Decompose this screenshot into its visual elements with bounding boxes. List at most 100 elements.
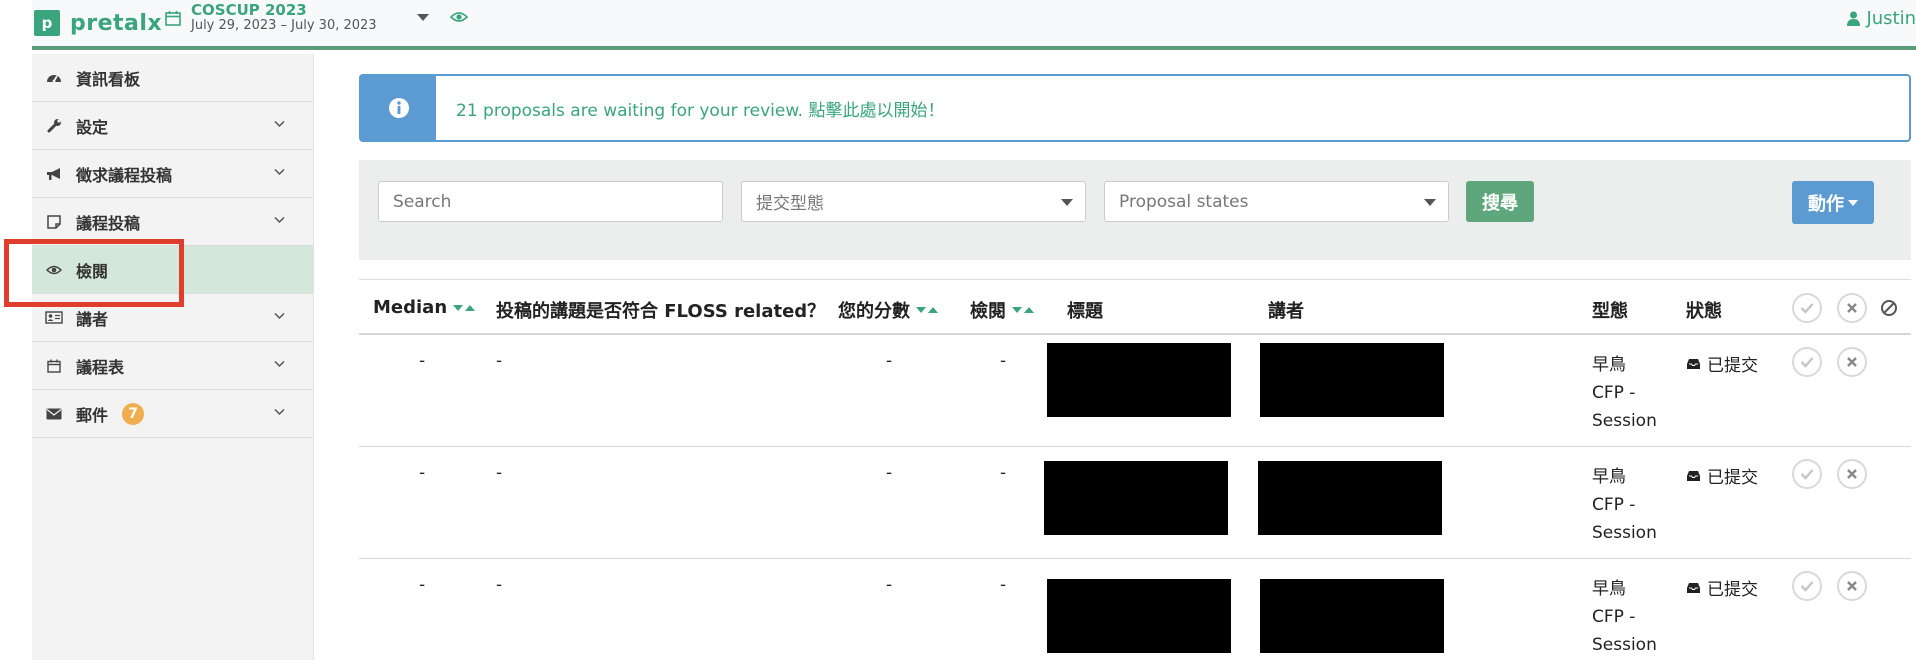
accept-check-icon[interactable] — [1792, 571, 1822, 601]
accept-check-icon[interactable] — [1792, 459, 1822, 489]
pretalx-logo[interactable]: p pretalx — [34, 10, 162, 36]
chevron-down-icon — [274, 312, 285, 320]
col-reviews[interactable]: 檢閱 — [970, 297, 1034, 323]
state-label: 已提交 — [1707, 356, 1758, 376]
col-state: 狀態 — [1686, 301, 1722, 322]
dashboard-icon — [44, 71, 64, 85]
col-reviews-label: 檢閱 — [970, 301, 1006, 322]
user-icon — [1847, 11, 1861, 26]
chevron-down-icon — [274, 408, 285, 416]
sidebar-item-mail[interactable]: 郵件 7 — [32, 390, 313, 438]
table-row[interactable]: - - - - 早鳥 CFP - Session 已提交 — [359, 559, 1911, 660]
reject-x-icon[interactable] — [1837, 347, 1867, 377]
state-cell: 已提交 — [1686, 351, 1758, 376]
mail-count-badge: 7 — [122, 402, 145, 425]
sidebar-item-label: 議程表 — [76, 357, 125, 377]
median-cell: - — [419, 463, 426, 483]
redacted-title — [1047, 343, 1231, 417]
type-line: 早鳥 — [1592, 467, 1626, 487]
filter-bar: Search 提交型態 Proposal states 搜尋 動作 — [359, 160, 1911, 260]
chevron-down-icon — [274, 216, 285, 224]
sidebar-item-label: 郵件 — [76, 405, 109, 425]
inbox-icon — [1687, 358, 1700, 369]
state-cell: 已提交 — [1686, 575, 1758, 600]
actions-label: 動作 — [1808, 193, 1844, 215]
reviews-cell: - — [1000, 463, 1007, 483]
inbox-icon — [1687, 470, 1700, 481]
sort-icon[interactable] — [1012, 307, 1034, 313]
score-cell: - — [886, 351, 893, 371]
event-name: COSCUP 2023 — [191, 1, 307, 19]
sidebar-item-schedule[interactable]: 議程表 — [32, 342, 313, 390]
caret-down-icon — [1848, 199, 1858, 206]
chevron-down-icon — [1061, 199, 1073, 206]
bullhorn-icon — [44, 167, 64, 181]
col-your-score-label: 您的分數 — [838, 301, 910, 322]
logo-mark: p — [34, 10, 60, 36]
median-cell: - — [419, 575, 426, 595]
state-cell: 已提交 — [1686, 463, 1758, 488]
table-row[interactable]: - - - - 早鳥 CFP - Session 已提交 — [359, 447, 1911, 559]
state-label: 已提交 — [1707, 580, 1758, 600]
sort-icon[interactable] — [916, 307, 938, 313]
review-alert[interactable]: 21 proposals are waiting for your review… — [359, 74, 1911, 142]
wrench-icon — [44, 118, 64, 133]
redacted-speaker — [1258, 461, 1442, 535]
sidebar-item-settings[interactable]: 設定 — [32, 102, 313, 150]
col-speakers: 講者 — [1268, 301, 1304, 322]
calendar-icon — [165, 11, 181, 26]
sort-icon[interactable] — [453, 304, 476, 311]
chevron-down-icon — [274, 120, 285, 128]
redacted-speaker — [1260, 343, 1444, 417]
chevron-down-icon — [1424, 199, 1436, 206]
redacted-title — [1047, 579, 1231, 653]
reject-x-icon[interactable] — [1837, 571, 1867, 601]
col-floss: 投稿的講題是否符合 FLOSS related？ — [496, 301, 826, 322]
eye-icon[interactable] — [450, 10, 468, 24]
type-line: Session — [1592, 523, 1657, 543]
sidebar-item-cfp[interactable]: 徵求議程投稿 — [32, 150, 313, 198]
median-cell: - — [419, 351, 426, 371]
table-header: Median 投稿的講題是否符合 FLOSS related？ 您的分數 檢閱 … — [359, 279, 1911, 335]
proposal-state-select[interactable]: Proposal states — [1104, 181, 1449, 222]
reject-x-icon[interactable] — [1837, 459, 1867, 489]
score-cell: - — [886, 575, 893, 595]
sidebar-item-dashboard[interactable]: 資訊看板 — [32, 54, 313, 102]
user-menu[interactable]: Justin — [1847, 8, 1916, 29]
floss-cell: - — [496, 575, 503, 595]
type-line: 早鳥 — [1592, 579, 1626, 599]
col-title: 標題 — [1067, 301, 1103, 322]
annotation-highlight-box — [4, 239, 184, 307]
col-median[interactable]: Median — [373, 297, 476, 318]
search-input[interactable]: Search — [378, 181, 723, 222]
type-cell: 早鳥 CFP - Session — [1592, 575, 1657, 659]
accept-all-check-icon[interactable] — [1792, 293, 1822, 323]
col-your-score[interactable]: 您的分數 — [838, 297, 938, 323]
type-cell: 早鳥 CFP - Session — [1592, 351, 1657, 435]
calendar-icon — [44, 359, 64, 373]
proposal-state-value: Proposal states — [1119, 191, 1249, 212]
ban-icon[interactable] — [1880, 299, 1898, 322]
table-row[interactable]: - - - - 早鳥 CFP - Session 已提交 — [359, 335, 1911, 447]
sidebar-item-label: 設定 — [76, 117, 109, 137]
floss-cell: - — [496, 463, 503, 483]
chevron-down-icon[interactable] — [417, 14, 429, 21]
inbox-icon — [1687, 582, 1700, 593]
review-table: Median 投稿的講題是否符合 FLOSS related？ 您的分數 檢閱 … — [359, 279, 1911, 660]
sticky-note-icon — [44, 214, 64, 229]
col-type: 型態 — [1592, 301, 1628, 322]
type-line: Session — [1592, 635, 1657, 655]
reviews-cell: - — [1000, 351, 1007, 371]
redacted-title — [1044, 461, 1228, 535]
score-cell: - — [886, 463, 893, 483]
actions-dropdown-button[interactable]: 動作 — [1792, 181, 1874, 224]
floss-cell: - — [496, 351, 503, 371]
accept-check-icon[interactable] — [1792, 347, 1822, 377]
submission-type-select[interactable]: 提交型態 — [741, 181, 1086, 222]
reject-all-x-icon[interactable] — [1837, 293, 1867, 323]
alert-message[interactable]: 21 proposals are waiting for your review… — [436, 76, 944, 140]
type-line: CFP - — [1592, 607, 1636, 627]
search-button[interactable]: 搜尋 — [1466, 181, 1534, 222]
event-switcher[interactable]: COSCUP 2023 July 29, 2023 – July 30, 202… — [165, 1, 377, 34]
type-line: Session — [1592, 411, 1657, 431]
